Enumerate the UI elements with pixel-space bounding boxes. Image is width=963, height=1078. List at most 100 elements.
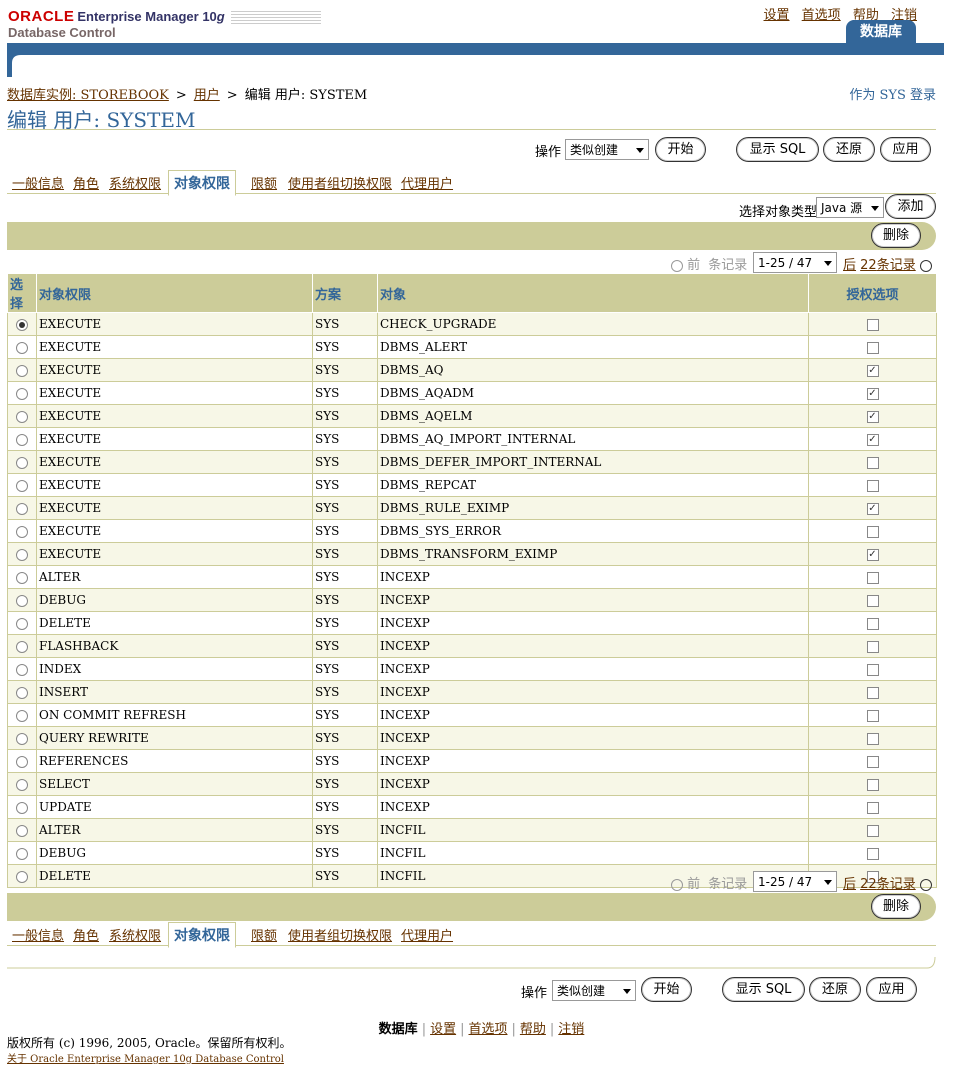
subtab-quotas[interactable]: 限额: [251, 925, 277, 944]
next-count[interactable]: 22: [860, 258, 877, 273]
delete-button[interactable]: 删除: [871, 223, 921, 248]
column-object-privilege[interactable]: 对象权限: [36, 273, 313, 313]
subtab-object-privileges[interactable]: 对象权限: [168, 170, 236, 196]
grant-option-checkbox[interactable]: [866, 479, 879, 492]
next-icon[interactable]: [919, 259, 932, 272]
subtab-consumer-group[interactable]: 使用者组切换权限: [288, 173, 392, 192]
go-button-bottom[interactable]: 开始: [641, 977, 692, 1002]
apply-button[interactable]: 应用: [880, 137, 931, 162]
row-select-radio[interactable]: [16, 732, 28, 745]
row-select-radio[interactable]: [16, 341, 28, 354]
next-records-label[interactable]: 条记录: [877, 258, 916, 273]
row-select-radio[interactable]: [16, 847, 28, 860]
grant-option-checkbox[interactable]: ✓: [866, 548, 879, 561]
subtab-proxy-users[interactable]: 代理用户: [401, 173, 453, 192]
subtab-general[interactable]: 一般信息: [12, 925, 64, 944]
footer-link-preferences[interactable]: 首选项: [468, 1022, 507, 1037]
grant-option-checkbox[interactable]: [866, 341, 879, 354]
next-link-top[interactable]: 后 22条记录: [843, 254, 932, 273]
show-sql-button[interactable]: 显示 SQL: [736, 137, 819, 162]
grant-option-checkbox[interactable]: [866, 755, 879, 768]
row-select-radio[interactable]: [16, 387, 28, 400]
subtab-quotas[interactable]: 限额: [251, 173, 277, 192]
row-select-radio[interactable]: [16, 617, 28, 630]
subtab-general[interactable]: 一般信息: [12, 173, 64, 192]
row-select-radio[interactable]: [16, 364, 28, 377]
record-range-select-bottom[interactable]: 1-25 / 47: [753, 871, 837, 892]
subtab-system-privileges[interactable]: 系统权限: [109, 925, 161, 944]
row-select-radio[interactable]: [16, 594, 28, 607]
grant-option-checkbox[interactable]: [866, 686, 879, 699]
row-select-radio[interactable]: [16, 755, 28, 768]
grant-option-checkbox[interactable]: [866, 709, 879, 722]
tab-database[interactable]: 数据库: [846, 20, 916, 44]
row-select-radio[interactable]: [16, 801, 28, 814]
subtab-object-privileges[interactable]: 对象权限: [168, 922, 236, 948]
row-select-radio[interactable]: [16, 479, 28, 492]
record-range-select[interactable]: 1-25 / 47: [753, 252, 837, 273]
global-link-preferences[interactable]: 首选项: [802, 8, 841, 23]
grant-option-checkbox[interactable]: [866, 456, 879, 469]
subtab-consumer-group[interactable]: 使用者组切换权限: [288, 925, 392, 944]
footer-link-help[interactable]: 帮助: [520, 1022, 546, 1037]
next-link-bottom[interactable]: 后 22条记录: [843, 873, 932, 892]
subtab-roles[interactable]: 角色: [73, 925, 99, 944]
row-select-radio[interactable]: [16, 525, 28, 538]
grant-option-checkbox[interactable]: [866, 571, 879, 584]
subtab-system-privileges[interactable]: 系统权限: [109, 173, 161, 192]
object-type-select[interactable]: Java 源: [816, 197, 884, 218]
row-select-radio[interactable]: [16, 548, 28, 561]
grant-option-checkbox[interactable]: [866, 318, 879, 331]
row-select-radio[interactable]: [16, 824, 28, 837]
grant-option-checkbox[interactable]: ✓: [866, 387, 879, 400]
row-select-radio[interactable]: [16, 571, 28, 584]
grant-option-checkbox[interactable]: ✓: [866, 410, 879, 423]
column-schema[interactable]: 方案: [312, 273, 378, 313]
actions-select-bottom[interactable]: 类似创建: [552, 980, 636, 1001]
apply-button-bottom[interactable]: 应用: [866, 977, 917, 1002]
subtab-proxy-users[interactable]: 代理用户: [401, 925, 453, 944]
show-sql-button-bottom[interactable]: 显示 SQL: [722, 977, 805, 1002]
grant-option-checkbox[interactable]: ✓: [866, 502, 879, 515]
revert-button[interactable]: 还原: [823, 137, 875, 162]
grant-option-checkbox[interactable]: [866, 847, 879, 860]
grant-option-checkbox[interactable]: [866, 732, 879, 745]
grant-option-checkbox[interactable]: [866, 525, 879, 538]
footer-link-database[interactable]: 数据库: [379, 1022, 418, 1037]
add-button[interactable]: 添加: [885, 194, 936, 219]
next-label[interactable]: 后: [843, 258, 856, 273]
next-count[interactable]: 22: [860, 877, 877, 892]
breadcrumb-users[interactable]: 用户: [194, 88, 220, 103]
row-select-radio[interactable]: [16, 686, 28, 699]
grant-option-checkbox[interactable]: [866, 663, 879, 676]
column-object[interactable]: 对象: [377, 273, 809, 313]
row-select-radio[interactable]: [16, 870, 28, 883]
row-select-radio[interactable]: [16, 709, 28, 722]
next-records-label[interactable]: 条记录: [877, 877, 916, 892]
grant-option-checkbox[interactable]: [866, 594, 879, 607]
breadcrumb-instance[interactable]: 数据库实例: STOREBOOK: [7, 88, 169, 103]
next-icon[interactable]: [919, 878, 932, 891]
footer-link-logout[interactable]: 注销: [558, 1022, 584, 1037]
row-select-radio[interactable]: [16, 456, 28, 469]
footer-link-settings[interactable]: 设置: [430, 1022, 456, 1037]
global-link-settings[interactable]: 设置: [764, 8, 790, 23]
row-select-radio[interactable]: [16, 318, 28, 331]
grant-option-checkbox[interactable]: [866, 617, 879, 630]
row-select-radio[interactable]: [16, 778, 28, 791]
next-label[interactable]: 后: [843, 877, 856, 892]
grant-option-checkbox[interactable]: [866, 640, 879, 653]
subtab-roles[interactable]: 角色: [73, 173, 99, 192]
actions-select[interactable]: 类似创建: [565, 139, 649, 160]
row-select-radio[interactable]: [16, 433, 28, 446]
grant-option-checkbox[interactable]: ✓: [866, 364, 879, 377]
grant-option-checkbox[interactable]: ✓: [866, 433, 879, 446]
grant-option-checkbox[interactable]: [866, 801, 879, 814]
go-button[interactable]: 开始: [655, 137, 706, 162]
grant-option-checkbox[interactable]: [866, 824, 879, 837]
row-select-radio[interactable]: [16, 502, 28, 515]
delete-button-bottom[interactable]: 删除: [871, 894, 921, 919]
row-select-radio[interactable]: [16, 663, 28, 676]
row-select-radio[interactable]: [16, 640, 28, 653]
revert-button-bottom[interactable]: 还原: [809, 977, 861, 1002]
